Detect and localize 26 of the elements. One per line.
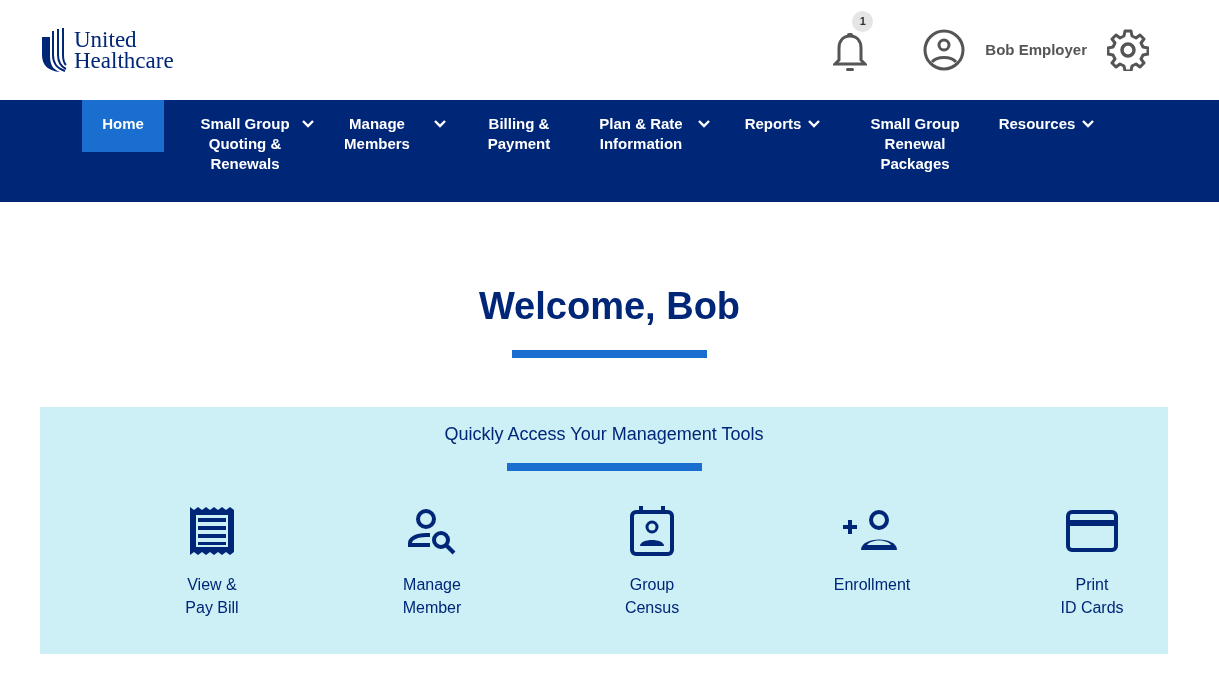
tool-link[interactable]: View & Pay Bill — [142, 503, 282, 619]
tool-link[interactable]: Print ID Cards — [1022, 503, 1162, 619]
user-avatar-icon[interactable] — [923, 29, 966, 71]
notification-bell-icon[interactable] — [833, 33, 868, 73]
tool-link[interactable]: Group Census — [582, 503, 722, 619]
nav-item[interactable]: Billing & Payment — [453, 100, 585, 154]
logo-icon — [40, 27, 68, 73]
welcome-heading: Welcome, Bob — [478, 284, 741, 328]
logo-text: Healthcare — [74, 50, 174, 71]
notification-badge: 1 — [852, 11, 874, 32]
nav-item[interactable]: Reports — [717, 100, 849, 134]
receipt-icon — [188, 505, 236, 557]
logo-text: United — [74, 29, 138, 50]
person-search-icon — [406, 507, 458, 555]
tools-heading: Quickly Access Your Management Tools — [444, 423, 764, 445]
settings-icon[interactable] — [1107, 29, 1149, 71]
credit-card-icon — [1066, 510, 1118, 552]
tool-link[interactable]: Enrollment — [802, 503, 942, 619]
user-name[interactable]: Bob Employer — [985, 38, 1087, 62]
contact-card-icon — [629, 505, 675, 557]
nav-item[interactable]: Manage Members — [321, 100, 453, 154]
nav-item[interactable]: Small Group Renewal Packages — [849, 100, 981, 174]
tool-link[interactable]: Manage Member — [362, 503, 502, 619]
nav-item[interactable]: Plan & Rate Information — [585, 100, 717, 154]
nav-item[interactable]: Resources — [981, 100, 1113, 134]
nav-item[interactable]: Small Group Quoting & Renewals — [189, 100, 321, 174]
